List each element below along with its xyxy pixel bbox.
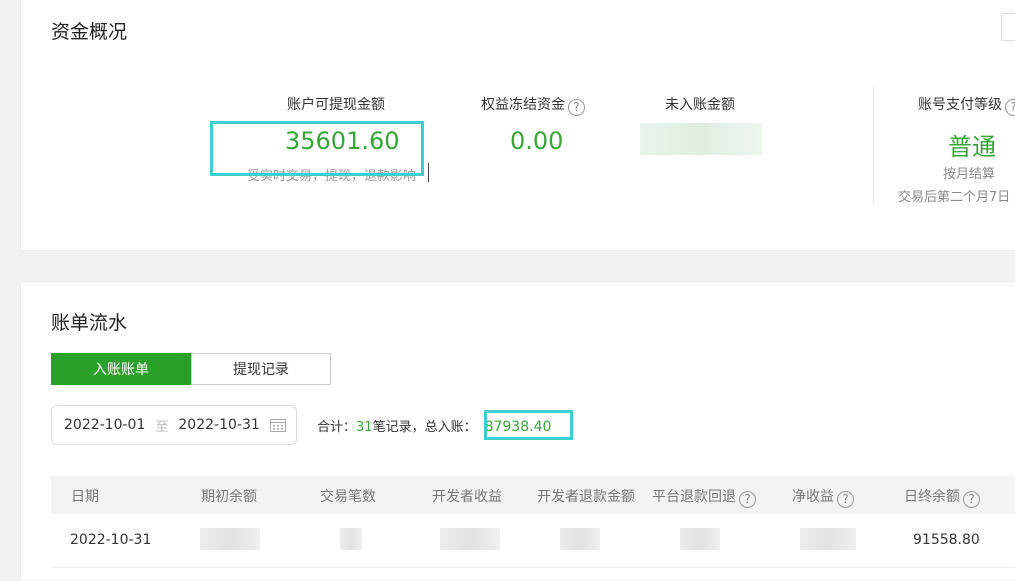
table-header: 日期 期初余额 交易笔数 开发者收益 开发者退款金额 平台退款回退? 净收益? … bbox=[51, 476, 1015, 514]
cell-blurred bbox=[800, 528, 856, 550]
col-platform-refund: 平台退款回退? bbox=[652, 486, 756, 508]
date-end[interactable]: 2022-10-31 bbox=[178, 417, 259, 433]
divider bbox=[873, 87, 874, 205]
date-range-picker[interactable]: 2022-10-01 至 2022-10-31 bbox=[51, 405, 297, 445]
summary-count: 31 bbox=[356, 420, 373, 435]
cell-blurred bbox=[440, 528, 500, 550]
question-circle-icon[interactable]: ? bbox=[1005, 99, 1015, 116]
tab-withdraw-records[interactable]: 提现记录 bbox=[191, 353, 331, 385]
payment-level-label-text: 账号支付等级 bbox=[918, 97, 1002, 113]
total-highlight-box bbox=[484, 410, 573, 440]
cell-blurred bbox=[560, 528, 600, 550]
payment-level-value: 普通 bbox=[948, 133, 996, 161]
pending-amount-blurred bbox=[640, 123, 762, 155]
date-start[interactable]: 2022-10-01 bbox=[64, 417, 145, 433]
tab-income-bills[interactable]: 入账账单 bbox=[51, 353, 191, 385]
cell-end-balance: 91558.80 bbox=[913, 532, 980, 548]
funds-overview-card: 资金概况 账户可提现金额 35601.60 受实时交易，提现，退款影响 权益冻结… bbox=[20, 0, 1015, 251]
col-date: 日期 bbox=[71, 489, 99, 505]
overview-title: 资金概况 bbox=[51, 21, 128, 43]
payment-level-label: 账号支付等级? bbox=[918, 94, 1015, 116]
cell-date: 2022-10-31 bbox=[70, 532, 152, 548]
question-circle-icon[interactable]: ? bbox=[739, 491, 756, 508]
cell-blurred bbox=[680, 528, 720, 550]
col-dev-income: 开发者收益 bbox=[432, 489, 502, 505]
bill-tabs: 入账账单 提现记录 bbox=[51, 353, 331, 385]
summary-mid: 笔记录，总入账： bbox=[372, 420, 477, 435]
withdrawable-label: 账户可提现金额 bbox=[287, 97, 385, 113]
bills-title: 账单流水 bbox=[51, 312, 128, 334]
withdrawable-highlight-box bbox=[210, 121, 424, 176]
question-circle-icon[interactable]: ? bbox=[568, 99, 585, 116]
col-end-balance: 日终余额? bbox=[904, 486, 980, 508]
col-opening-balance: 期初余额 bbox=[201, 489, 257, 505]
table-row: 2022-10-31 91558.80 bbox=[51, 514, 1015, 568]
col-end-balance-text: 日终余额 bbox=[904, 489, 960, 505]
cell-blurred bbox=[200, 528, 260, 550]
frozen-funds-label-text: 权益冻结资金 bbox=[481, 97, 565, 113]
col-net-income-text: 净收益 bbox=[792, 489, 834, 505]
frozen-funds-value: 0.00 bbox=[510, 127, 564, 155]
settlement-note: 交易后第二个月7日 bbox=[898, 190, 1011, 205]
col-net-income: 净收益? bbox=[792, 486, 854, 508]
summary-prefix: 合计： bbox=[317, 420, 357, 435]
col-dev-refund: 开发者退款金额 bbox=[537, 489, 635, 505]
frozen-funds-label: 权益冻结资金? bbox=[481, 94, 585, 116]
pending-amount-label: 未入账金额 bbox=[665, 97, 735, 113]
col-tx-count: 交易笔数 bbox=[320, 489, 376, 505]
bill-flow-card: 账单流水 入账账单 提现记录 2022-10-01 至 2022-10-31 合… bbox=[20, 281, 1015, 581]
calendar-icon[interactable] bbox=[270, 418, 286, 432]
text-cursor bbox=[428, 163, 429, 182]
question-circle-icon[interactable]: ? bbox=[837, 491, 854, 508]
corner-button[interactable] bbox=[1001, 13, 1015, 41]
settlement-cycle: 按月结算 bbox=[943, 167, 996, 182]
cell-blurred bbox=[340, 528, 362, 550]
date-separator: 至 bbox=[155, 419, 169, 435]
col-platform-refund-text: 平台退款回退 bbox=[652, 489, 736, 505]
question-circle-icon[interactable]: ? bbox=[963, 491, 980, 508]
